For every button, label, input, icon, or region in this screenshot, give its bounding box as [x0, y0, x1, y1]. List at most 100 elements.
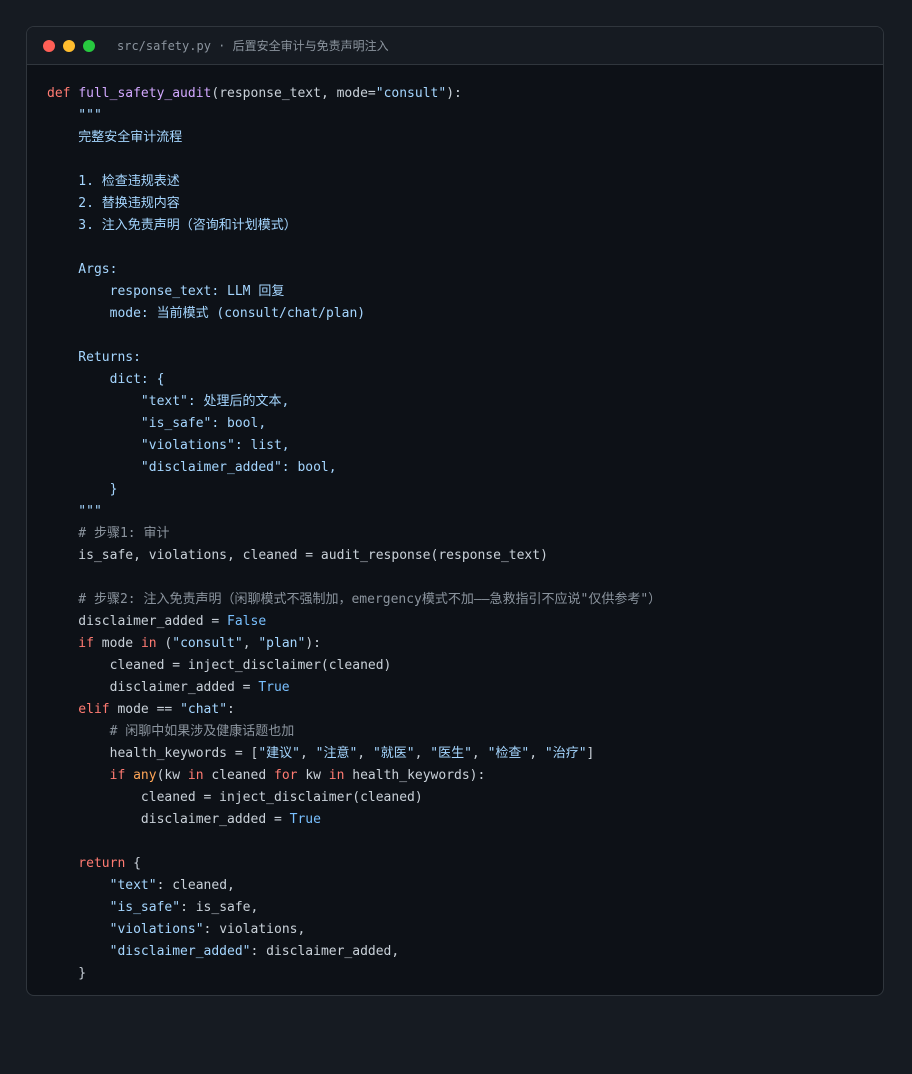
- code-token: cleaned: [211, 768, 274, 783]
- code-token: """: [47, 108, 102, 123]
- minimize-window-button[interactable]: [63, 39, 75, 52]
- code-token: is_safe, violations, cleaned = audit_res…: [47, 548, 548, 563]
- code-line: "violations": list,: [47, 435, 863, 457]
- code-token: dict: {: [47, 372, 165, 387]
- code-line: }: [47, 963, 863, 985]
- code-token: ,: [357, 746, 373, 761]
- code-token: 3. 注入免责声明（咨询和计划模式）: [47, 218, 297, 233]
- code-token: ,: [471, 746, 488, 761]
- code-token: in: [187, 768, 212, 783]
- code-token: : violations,: [203, 922, 306, 937]
- code-line: disclaimer_added = True: [47, 809, 863, 831]
- code-token: mode: 当前模式 (consult/chat/plan): [47, 306, 366, 321]
- code-token: :: [227, 702, 235, 717]
- maximize-window-button[interactable]: [83, 39, 95, 52]
- code-token: any: [133, 768, 157, 783]
- code-editor[interactable]: def full_safety_audit(response_text, mod…: [27, 65, 883, 985]
- file-title: src/safety.py · 后置安全审计与免责声明注入: [117, 39, 389, 53]
- code-token: ,: [414, 746, 431, 761]
- code-token: "text": [47, 878, 157, 893]
- code-token: ,: [299, 746, 316, 761]
- code-token: (kw: [156, 768, 188, 783]
- code-line: "is_safe": bool,: [47, 413, 863, 435]
- close-window-button[interactable]: [43, 39, 55, 52]
- code-token: "disclaimer_added": bool,: [47, 460, 337, 475]
- code-line: 3. 注入免责声明（咨询和计划模式）: [47, 215, 863, 237]
- code-line: cleaned = inject_disclaimer(cleaned): [47, 655, 863, 677]
- code-token: # 步骤1: 审计: [47, 526, 170, 541]
- code-token: ]: [586, 746, 595, 761]
- code-token: disclaimer_added =: [47, 680, 259, 695]
- code-token: mode: [101, 636, 141, 651]
- code-token: True: [289, 812, 321, 827]
- code-line: "is_safe": is_safe,: [47, 897, 863, 919]
- code-token: "text": 处理后的文本,: [47, 394, 290, 409]
- code-line: Args:: [47, 259, 863, 281]
- code-token: Args:: [47, 262, 118, 277]
- code-line: if any(kw in cleaned for kw in health_ke…: [47, 765, 863, 787]
- code-line: 1. 检查违规表述: [47, 171, 863, 193]
- code-token: 2. 替换违规内容: [47, 196, 180, 211]
- code-line: "text": cleaned,: [47, 875, 863, 897]
- code-token: {: [133, 856, 141, 871]
- code-token: in: [328, 768, 353, 783]
- code-token: mode ==: [117, 702, 181, 717]
- code-line: Returns:: [47, 347, 863, 369]
- code-token: "注意": [315, 746, 358, 761]
- code-token: in: [140, 636, 165, 651]
- code-token: cleaned = inject_disclaimer(cleaned): [47, 658, 392, 673]
- code-token: False: [227, 614, 267, 629]
- code-line: disclaimer_added = False: [47, 611, 863, 633]
- code-token: 完整安全审计流程: [47, 130, 183, 145]
- code-line: disclaimer_added = True: [47, 677, 863, 699]
- code-token: "is_safe": [47, 900, 181, 915]
- code-window: src/safety.py · 后置安全审计与免责声明注入 def full_s…: [26, 26, 884, 996]
- code-token: "plan": [258, 636, 306, 651]
- code-token: kw: [305, 768, 329, 783]
- code-line: "text": 处理后的文本,: [47, 391, 863, 413]
- code-token: # 闲聊中如果涉及健康话题也加: [47, 724, 295, 739]
- code-token: (response_text, mode=: [211, 86, 376, 101]
- code-line: 完整安全审计流程: [47, 127, 863, 149]
- code-line: return {: [47, 853, 863, 875]
- code-token: ,: [529, 746, 545, 761]
- code-line: cleaned = inject_disclaimer(cleaned): [47, 787, 863, 809]
- code-token: cleaned = inject_disclaimer(cleaned): [47, 790, 423, 805]
- code-line: health_keywords = ["建议", "注意", "就医", "医生…: [47, 743, 863, 765]
- code-line: elif mode == "chat":: [47, 699, 863, 721]
- code-line: is_safe, violations, cleaned = audit_res…: [47, 545, 863, 567]
- code-token: health_keywords):: [352, 768, 486, 783]
- code-token: }: [47, 482, 118, 497]
- code-token: "治疗": [544, 746, 587, 761]
- code-token: response_text: LLM 回复: [47, 284, 285, 299]
- code-token: "consult": [375, 86, 447, 101]
- code-line: if mode in ("consult", "plan"):: [47, 633, 863, 655]
- code-line: 2. 替换违规内容: [47, 193, 863, 215]
- code-token: disclaimer_added =: [47, 614, 228, 629]
- code-token: : disclaimer_added,: [250, 944, 400, 959]
- code-token: ):: [305, 636, 321, 651]
- code-token: "chat": [180, 702, 228, 717]
- code-token: """: [47, 504, 102, 519]
- code-token: # 步骤2: 注入免责声明（闲聊模式不强制加，emergency模式不加——急救…: [47, 592, 662, 607]
- code-line: # 闲聊中如果涉及健康话题也加: [47, 721, 863, 743]
- code-line: "disclaimer_added": bool,: [47, 457, 863, 479]
- code-token: "is_safe": bool,: [47, 416, 267, 431]
- code-token: "建议": [258, 746, 300, 761]
- code-line: "violations": violations,: [47, 919, 863, 941]
- code-line: }: [47, 479, 863, 501]
- code-token: "医生": [430, 746, 472, 761]
- code-token: "disclaimer_added": [47, 944, 251, 959]
- code-token: elif: [47, 702, 118, 717]
- code-token: : cleaned,: [156, 878, 235, 893]
- code-line: dict: {: [47, 369, 863, 391]
- code-token: }: [47, 966, 87, 981]
- code-line: response_text: LLM 回复: [47, 281, 863, 303]
- code-token: if: [47, 768, 134, 783]
- code-line: # 步骤2: 注入免责声明（闲聊模式不强制加，emergency模式不加——急救…: [47, 589, 863, 611]
- window-titlebar: src/safety.py · 后置安全审计与免责声明注入: [27, 27, 883, 65]
- code-token: disclaimer_added =: [47, 812, 290, 827]
- code-token: Returns:: [47, 350, 141, 365]
